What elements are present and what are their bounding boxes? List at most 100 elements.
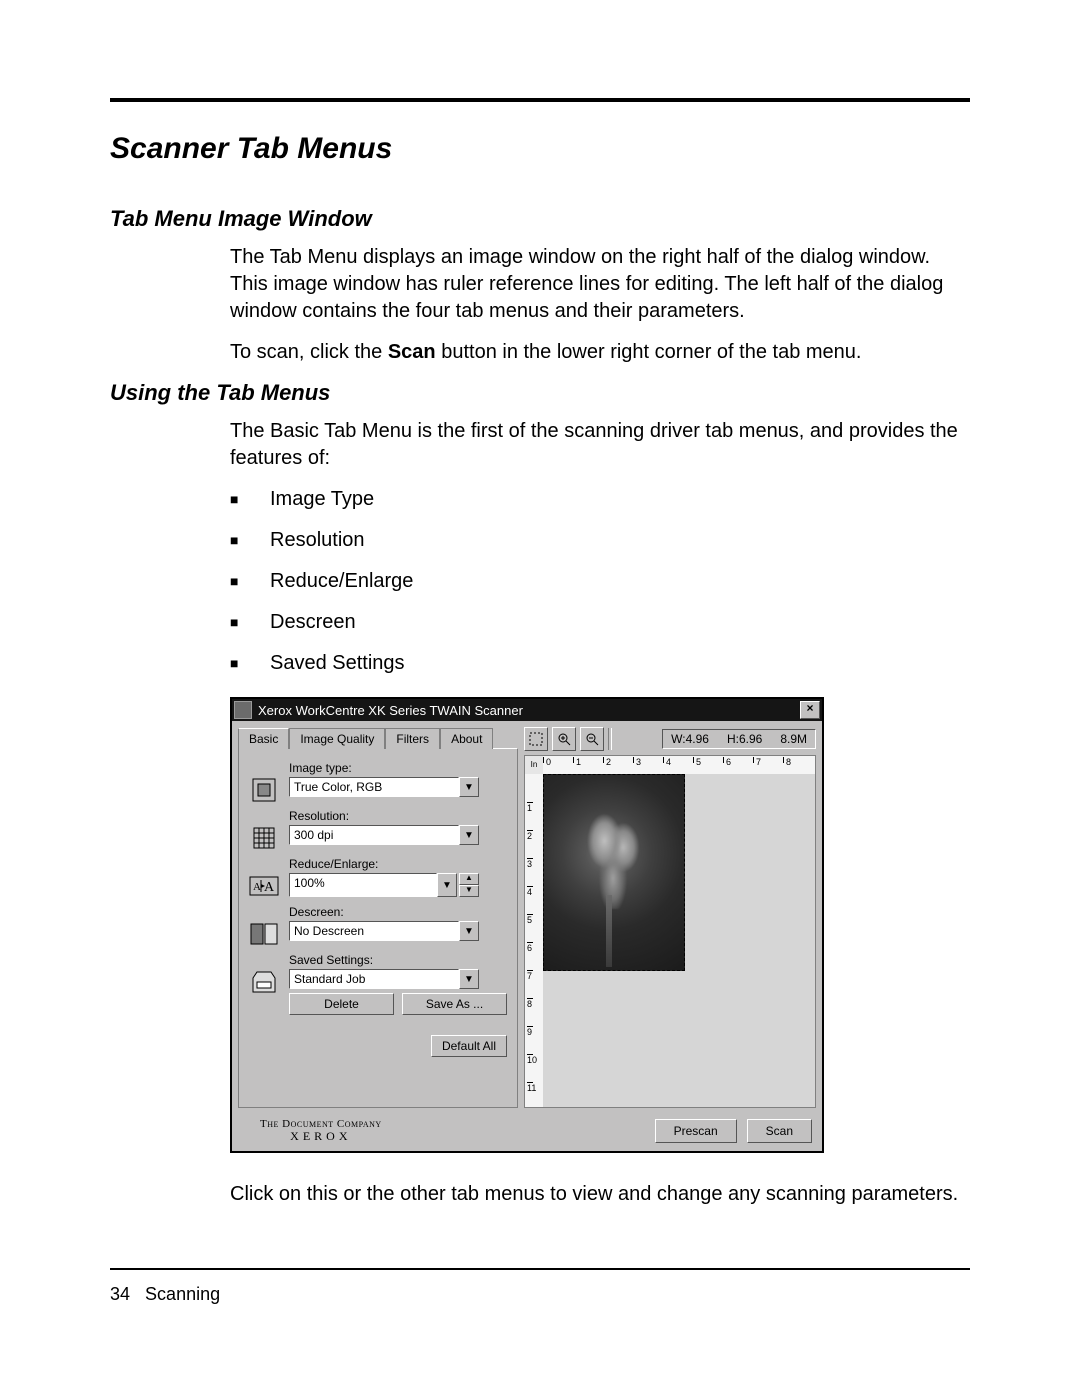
paragraph: To scan, click the Scan button in the lo… bbox=[230, 339, 970, 366]
descreen-icon bbox=[249, 919, 279, 949]
titlebar: Xerox WorkCentre XK Series TWAIN Scanner… bbox=[232, 699, 822, 721]
zoom-in-icon[interactable] bbox=[552, 727, 576, 751]
tick: 7 bbox=[753, 757, 761, 763]
status-width: W:4.96 bbox=[671, 732, 709, 746]
list-item: Image Type bbox=[230, 486, 970, 513]
tick: 8 bbox=[527, 998, 533, 1009]
chevron-down-icon[interactable]: ▼ bbox=[459, 825, 479, 845]
tick: 1 bbox=[573, 757, 581, 763]
prescan-button[interactable]: Prescan bbox=[655, 1119, 737, 1143]
descreen-select[interactable]: No Descreen bbox=[289, 921, 459, 941]
ruler-unit: In bbox=[525, 756, 544, 775]
tick: 2 bbox=[603, 757, 611, 763]
tick: 5 bbox=[693, 757, 701, 763]
reduce-enlarge-icon: AA bbox=[249, 871, 279, 901]
zoom-out-icon[interactable] bbox=[580, 727, 604, 751]
default-all-button[interactable]: Default All bbox=[431, 1035, 507, 1057]
tab-image-quality[interactable]: Image Quality bbox=[289, 728, 385, 749]
paragraph: Click on this or the other tab menus to … bbox=[230, 1181, 970, 1208]
heading-scanner-tab-menus: Scanner Tab Menus bbox=[110, 132, 970, 166]
status-bar: W:4.96 H:6.96 8.9M bbox=[662, 729, 816, 749]
svg-text:A: A bbox=[264, 880, 275, 895]
delete-button[interactable]: Delete bbox=[289, 993, 394, 1015]
descreen-label: Descreen: bbox=[289, 905, 507, 919]
tabs: Basic Image Quality Filters About bbox=[238, 727, 518, 748]
text: To scan, click the bbox=[230, 341, 388, 363]
tick: 11 bbox=[527, 1082, 533, 1093]
tick: 0 bbox=[543, 757, 551, 763]
chevron-down-icon[interactable]: ▼ bbox=[459, 969, 479, 989]
resolution-select[interactable]: 300 dpi bbox=[289, 825, 459, 845]
preview-image bbox=[570, 799, 656, 909]
image-type-label: Image type: bbox=[289, 761, 507, 775]
chevron-down-icon[interactable]: ▼ bbox=[437, 873, 457, 897]
scan-button[interactable]: Scan bbox=[747, 1119, 812, 1143]
ruler-vertical: 1 2 3 4 5 6 7 8 9 10 11 bbox=[525, 774, 544, 1107]
top-rule bbox=[110, 98, 970, 102]
tick: 4 bbox=[527, 886, 533, 897]
footer-label: Scanning bbox=[145, 1284, 220, 1304]
tick: 4 bbox=[663, 757, 671, 763]
tick: 6 bbox=[723, 757, 731, 763]
list-item: Reduce/Enlarge bbox=[230, 568, 970, 595]
tick: 8 bbox=[783, 757, 791, 763]
bottom-rule bbox=[110, 1268, 970, 1270]
xerox-brand: The Document Company XEROX bbox=[260, 1118, 382, 1143]
tick: 2 bbox=[527, 830, 533, 841]
app-icon bbox=[234, 701, 252, 719]
heading-using-tab-menus: Using the Tab Menus bbox=[110, 380, 970, 406]
tick: 5 bbox=[527, 914, 533, 925]
image-type-icon bbox=[249, 775, 279, 805]
window-title: Xerox WorkCentre XK Series TWAIN Scanner bbox=[258, 703, 800, 718]
list-item: Descreen bbox=[230, 609, 970, 636]
page-number: 34 bbox=[110, 1284, 130, 1304]
feature-list: Image Type Resolution Reduce/Enlarge Des… bbox=[230, 486, 970, 677]
reduce-enlarge-spinner[interactable]: ▲ ▼ bbox=[459, 873, 479, 897]
selection-tool-icon[interactable] bbox=[524, 727, 548, 751]
tab-basic[interactable]: Basic bbox=[238, 728, 289, 749]
tick: 10 bbox=[527, 1054, 533, 1065]
tick: 1 bbox=[527, 802, 533, 813]
chevron-down-icon[interactable]: ▼ bbox=[459, 777, 479, 797]
spin-down-icon[interactable]: ▼ bbox=[459, 885, 479, 897]
reduce-enlarge-label: Reduce/Enlarge: bbox=[289, 857, 507, 871]
tick: 3 bbox=[527, 858, 533, 869]
reduce-enlarge-select[interactable]: 100% bbox=[289, 873, 437, 897]
tick: 6 bbox=[527, 942, 533, 953]
saved-settings-select[interactable]: Standard Job bbox=[289, 969, 459, 989]
list-item: Saved Settings bbox=[230, 650, 970, 677]
ruler-horizontal: 0 1 2 3 4 5 6 7 8 bbox=[543, 756, 815, 775]
tick: 3 bbox=[633, 757, 641, 763]
list-item: Resolution bbox=[230, 527, 970, 554]
svg-text:A: A bbox=[253, 881, 261, 893]
chevron-down-icon[interactable]: ▼ bbox=[459, 921, 479, 941]
tab-filters[interactable]: Filters bbox=[385, 728, 440, 749]
preview-canvas[interactable] bbox=[543, 774, 815, 1107]
status-size: 8.9M bbox=[780, 732, 807, 746]
spin-up-icon[interactable]: ▲ bbox=[459, 873, 479, 885]
preview-area[interactable]: In 0 1 2 3 4 5 6 7 8 1 2 bbox=[524, 755, 816, 1108]
brand-line2: XEROX bbox=[260, 1130, 382, 1143]
tab-panel-basic: Image type: True Color, RGB ▼ Reso bbox=[238, 748, 518, 1108]
tick: 7 bbox=[527, 970, 533, 981]
close-button[interactable]: × bbox=[800, 701, 820, 719]
paragraph: The Tab Menu displays an image window on… bbox=[230, 244, 970, 325]
page-footer: 34 Scanning bbox=[110, 1284, 970, 1305]
paragraph: The Basic Tab Menu is the first of the s… bbox=[230, 418, 970, 472]
separator bbox=[608, 728, 612, 750]
text: button in the lower right corner of the … bbox=[436, 341, 862, 363]
resolution-icon bbox=[249, 823, 279, 853]
preview-image-stem bbox=[606, 895, 612, 967]
saved-settings-label: Saved Settings: bbox=[289, 953, 507, 967]
tab-about[interactable]: About bbox=[440, 728, 493, 749]
status-height: H:6.96 bbox=[727, 732, 762, 746]
resolution-label: Resolution: bbox=[289, 809, 507, 823]
saved-settings-icon bbox=[249, 967, 279, 997]
selection-marquee[interactable] bbox=[543, 774, 685, 971]
tick: 9 bbox=[527, 1026, 533, 1037]
text-bold: Scan bbox=[388, 341, 436, 363]
save-as-button[interactable]: Save As ... bbox=[402, 993, 507, 1015]
scanner-dialog: Xerox WorkCentre XK Series TWAIN Scanner… bbox=[230, 697, 824, 1153]
heading-tab-menu-image-window: Tab Menu Image Window bbox=[110, 206, 970, 232]
image-type-select[interactable]: True Color, RGB bbox=[289, 777, 459, 797]
